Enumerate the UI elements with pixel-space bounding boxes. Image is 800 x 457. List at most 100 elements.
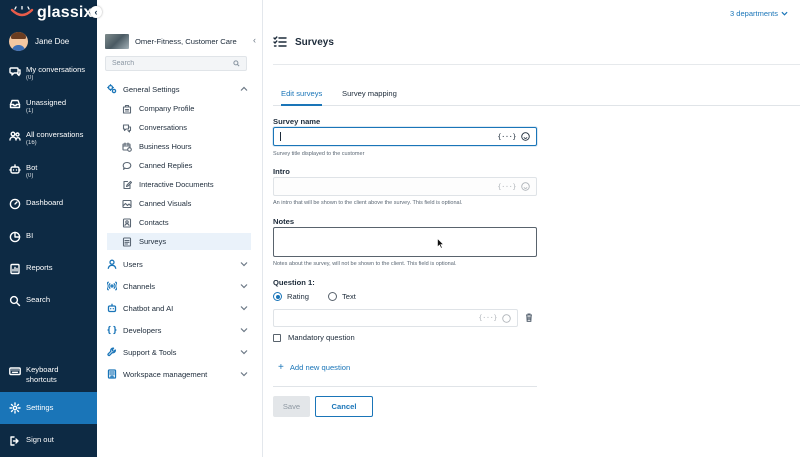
nav-item-sign-out[interactable]: Sign out xyxy=(0,435,97,447)
nav-label: All conversations xyxy=(26,130,84,139)
rating-radio[interactable] xyxy=(273,292,282,301)
code-icon xyxy=(107,325,117,335)
avatar xyxy=(9,32,28,51)
chevron-down-icon xyxy=(240,350,248,355)
settings-group-support-tools[interactable]: Support & Tools xyxy=(97,344,262,360)
notes-hint: Notes about the survey, will not be show… xyxy=(273,261,457,267)
bi-icon xyxy=(9,231,21,243)
dashboard-icon xyxy=(9,198,21,210)
nav-label: Search xyxy=(26,295,51,304)
inbox-icon xyxy=(9,99,21,109)
intro-input[interactable] xyxy=(280,182,498,191)
variables-icon[interactable]: {···} xyxy=(497,133,516,141)
survey-name-field[interactable]: {···} xyxy=(273,127,537,146)
search-icon xyxy=(233,60,240,67)
intro-hint: An intro that will be shown to the clien… xyxy=(273,200,463,206)
settings-item-label: Canned Replies xyxy=(139,161,193,170)
workspace-icon xyxy=(107,369,117,379)
add-question-button[interactable]: + Add new question xyxy=(278,362,350,372)
gear-icon xyxy=(9,402,21,414)
workspace-thumbnail xyxy=(105,34,129,49)
settings-search-input[interactable] xyxy=(112,60,222,67)
text-radio[interactable] xyxy=(327,292,337,301)
nav-item-settings[interactable]: Settings xyxy=(0,392,97,424)
group-label: Channels xyxy=(123,281,156,291)
rating-radio-label[interactable]: Rating xyxy=(287,292,309,301)
settings-item-contacts[interactable]: Contacts xyxy=(107,214,251,231)
settings-item-interactive-documents[interactable]: Interactive Documents xyxy=(107,176,251,193)
cancel-button[interactable]: Cancel xyxy=(315,396,373,417)
emoji-icon[interactable] xyxy=(502,313,511,323)
settings-group-chatbot-and-ai[interactable]: Chatbot and AI xyxy=(97,300,262,316)
workspace-selector[interactable]: Omer-Fitness, Customer Care xyxy=(105,34,237,49)
brand-logo[interactable]: glassix xyxy=(10,4,93,22)
emoji-icon[interactable] xyxy=(521,132,530,141)
user-icon xyxy=(107,259,117,269)
nav-item-all-conversations[interactable]: All conversations (16) xyxy=(0,130,97,147)
workspace-name: Omer-Fitness, Customer Care xyxy=(135,37,237,46)
settings-item-label: Surveys xyxy=(139,237,167,246)
settings-item-canned-replies[interactable]: Canned Replies xyxy=(107,157,251,174)
intro-field[interactable]: {···} xyxy=(273,177,537,196)
user-profile[interactable]: Jane Doe xyxy=(9,32,69,51)
brand-name: glassix xyxy=(37,4,93,21)
nav-item-search[interactable]: Search xyxy=(0,295,97,307)
question-field[interactable]: {···} xyxy=(273,309,518,327)
collapse-sidebar-icon[interactable]: ‹ xyxy=(253,35,256,45)
settings-group-general[interactable]: General Settings xyxy=(97,81,262,97)
question-type: Rating Text xyxy=(273,292,356,301)
calendar-clock-icon xyxy=(122,141,132,152)
settings-group-users[interactable]: Users xyxy=(97,256,262,272)
mandatory-label[interactable]: Mandatory question xyxy=(288,333,355,342)
nav-item-dashboard[interactable]: Dashboard xyxy=(0,198,97,210)
settings-item-conversations[interactable]: Conversations xyxy=(107,119,251,136)
nav-item-bot[interactable]: Bot (0) xyxy=(0,163,97,180)
tab-survey-mapping[interactable]: Survey mapping xyxy=(342,84,397,106)
nav-label: Sign out xyxy=(26,435,54,444)
settings-group-developers[interactable]: Developers xyxy=(97,322,262,338)
chevron-down-icon xyxy=(240,328,248,333)
nav-item-keyboard-shortcuts[interactable]: Keyboard shortcuts xyxy=(0,365,97,385)
survey-name-label: Survey name xyxy=(273,117,321,126)
mandatory-checkbox[interactable] xyxy=(273,333,281,342)
chevron-down-icon xyxy=(240,372,248,377)
delete-question-icon[interactable] xyxy=(525,313,533,322)
settings-group-channels[interactable]: Channels xyxy=(97,278,262,294)
main-content: 3 departments Surveys Edit surveys Surve… xyxy=(263,0,800,457)
sign-out-icon xyxy=(10,436,19,446)
nav-count: (0) xyxy=(26,75,34,81)
main-nav: glassix Jane Doe My conversations (0) Una… xyxy=(0,0,97,457)
departments-selector[interactable]: 3 departments xyxy=(730,9,788,18)
group-label: General Settings xyxy=(123,84,180,94)
settings-item-label: Contacts xyxy=(139,218,169,227)
emoji-icon[interactable] xyxy=(521,182,530,191)
group-label: Workspace management xyxy=(123,369,208,379)
collapse-nav-button[interactable]: ‹ xyxy=(90,6,102,18)
nav-item-reports[interactable]: Reports xyxy=(0,263,97,275)
settings-item-business-hours[interactable]: Business Hours xyxy=(107,138,251,155)
variables-icon[interactable]: {···} xyxy=(497,183,516,191)
question-input[interactable] xyxy=(280,313,479,323)
nav-item-unassigned[interactable]: Unassigned (1) xyxy=(0,98,97,115)
settings-gear-icon xyxy=(107,84,117,94)
nav-item-bi[interactable]: BI xyxy=(0,231,97,243)
tools-icon xyxy=(107,347,116,357)
settings-group-workspace-management[interactable]: Workspace management xyxy=(97,366,262,382)
settings-item-surveys[interactable]: Surveys xyxy=(107,233,251,250)
edit-document-icon xyxy=(123,180,132,189)
departments-label: 3 departments xyxy=(730,9,778,18)
header-divider xyxy=(273,64,800,65)
settings-item-company-profile[interactable]: Company Profile xyxy=(107,100,251,117)
user-name: Jane Doe xyxy=(35,37,70,46)
text-radio-label[interactable]: Text xyxy=(342,292,356,301)
save-button[interactable]: Save xyxy=(273,396,310,417)
chatbot-icon xyxy=(107,303,117,313)
tab-edit-surveys[interactable]: Edit surveys xyxy=(281,84,323,106)
notes-textarea[interactable] xyxy=(273,227,537,257)
variables-icon[interactable]: {···} xyxy=(478,314,497,322)
nav-item-my-conversations[interactable]: My conversations (0) xyxy=(0,65,97,82)
nav-label: Dashboard xyxy=(26,198,64,207)
settings-item-canned-visuals[interactable]: Canned Visuals xyxy=(107,195,251,212)
survey-name-input[interactable] xyxy=(281,132,498,141)
form-divider xyxy=(273,386,537,387)
